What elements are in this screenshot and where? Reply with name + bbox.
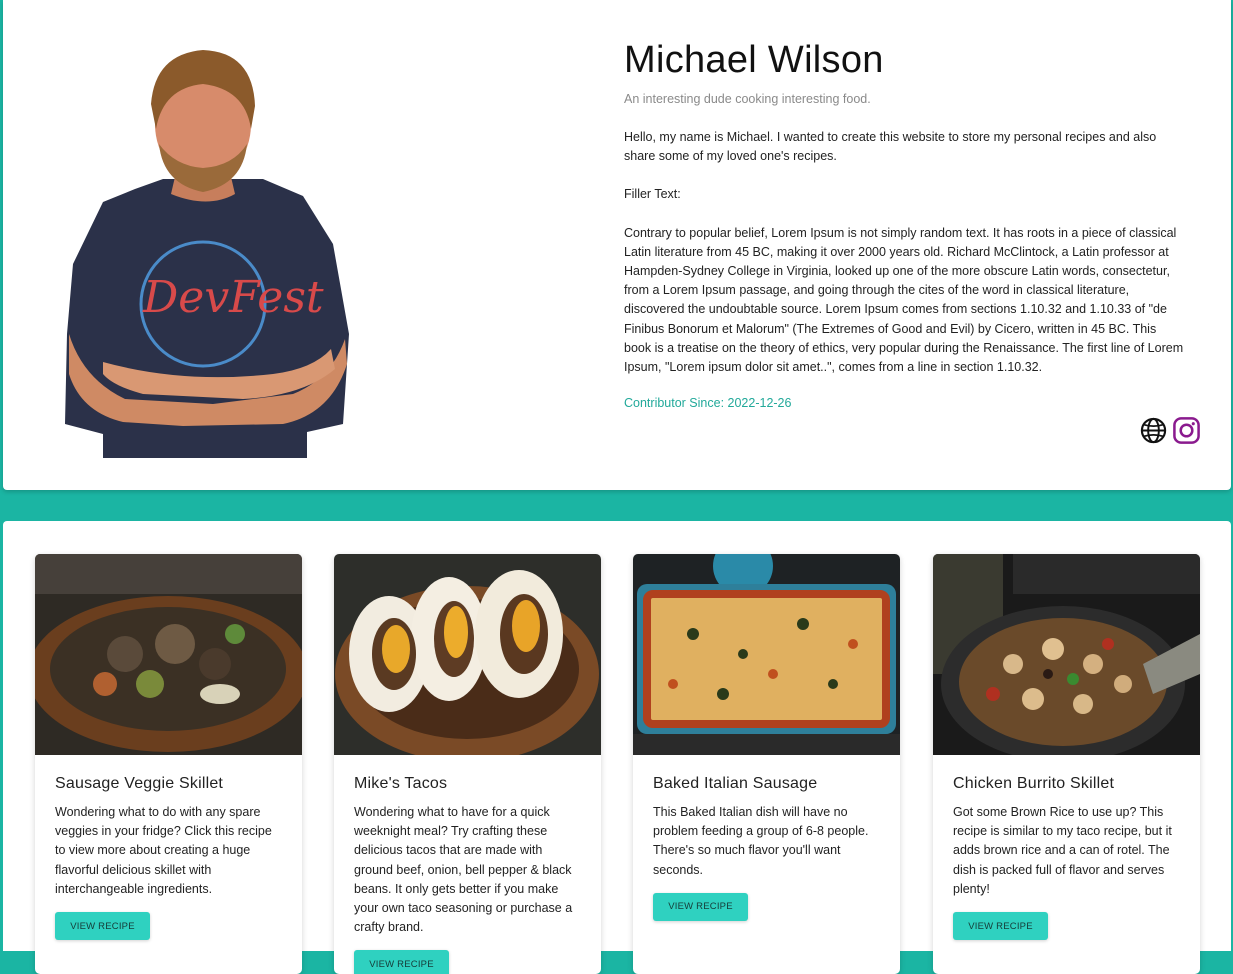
recipe-card[interactable]: Mike's Tacos Wondering what to have for … bbox=[334, 554, 601, 974]
recipe-description: Wondering what to do with any spare vegg… bbox=[55, 805, 272, 896]
bio-paragraph: Filler Text: bbox=[624, 187, 681, 202]
profile-bio: Hello, my name is Michael. I wanted to c… bbox=[624, 128, 1184, 377]
recipe-image[interactable] bbox=[633, 554, 900, 755]
recipe-title[interactable]: Chicken Burrito Skillet bbox=[953, 775, 1180, 793]
recipe-description: This Baked Italian dish will have no pro… bbox=[653, 805, 869, 877]
recipe-title[interactable]: Baked Italian Sausage bbox=[653, 775, 880, 793]
recipe-card[interactable]: Sausage Veggie Skillet Wondering what to… bbox=[35, 554, 302, 974]
view-recipe-button[interactable]: VIEW RECIPE bbox=[354, 950, 449, 974]
view-recipe-button[interactable]: VIEW RECIPE bbox=[55, 912, 150, 941]
recipe-description: Wondering what to have for a quick weekn… bbox=[354, 805, 573, 935]
instagram-icon[interactable] bbox=[1172, 416, 1201, 445]
recipe-card[interactable]: Chicken Burrito Skillet Got some Brown R… bbox=[933, 554, 1200, 974]
profile-info: Michael Wilson An interesting dude cooki… bbox=[624, 38, 1204, 410]
bio-paragraph: Contrary to popular belief, Lorem Ipsum … bbox=[624, 225, 1184, 375]
recipe-card[interactable]: Baked Italian Sausage This Baked Italian… bbox=[633, 554, 900, 974]
recipe-image[interactable] bbox=[334, 554, 601, 755]
recipe-image[interactable] bbox=[35, 554, 302, 755]
contributor-since: Contributor Since: 2022-12-26 bbox=[624, 396, 792, 411]
recipe-title[interactable]: Sausage Veggie Skillet bbox=[55, 775, 282, 793]
recipe-description: Got some Brown Rice to use up? This reci… bbox=[953, 805, 1172, 896]
profile-card: DevFest Michael Wilson An interesting du… bbox=[3, 0, 1231, 490]
view-recipe-button[interactable]: VIEW RECIPE bbox=[953, 912, 1048, 941]
recipe-title[interactable]: Mike's Tacos bbox=[354, 775, 581, 793]
profile-name: Michael Wilson bbox=[624, 39, 884, 81]
svg-text:DevFest: DevFest bbox=[142, 272, 324, 323]
globe-icon[interactable] bbox=[1139, 416, 1168, 445]
recipes-panel: Sausage Veggie Skillet Wondering what to… bbox=[3, 521, 1231, 974]
social-links bbox=[1139, 416, 1201, 445]
profile-photo: DevFest bbox=[63, 34, 353, 458]
view-recipe-button[interactable]: VIEW RECIPE bbox=[653, 892, 748, 921]
bio-paragraph: Hello, my name is Michael. I wanted to c… bbox=[624, 130, 1157, 164]
recipe-image[interactable] bbox=[933, 554, 1200, 755]
profile-tagline: An interesting dude cooking interesting … bbox=[624, 92, 871, 106]
